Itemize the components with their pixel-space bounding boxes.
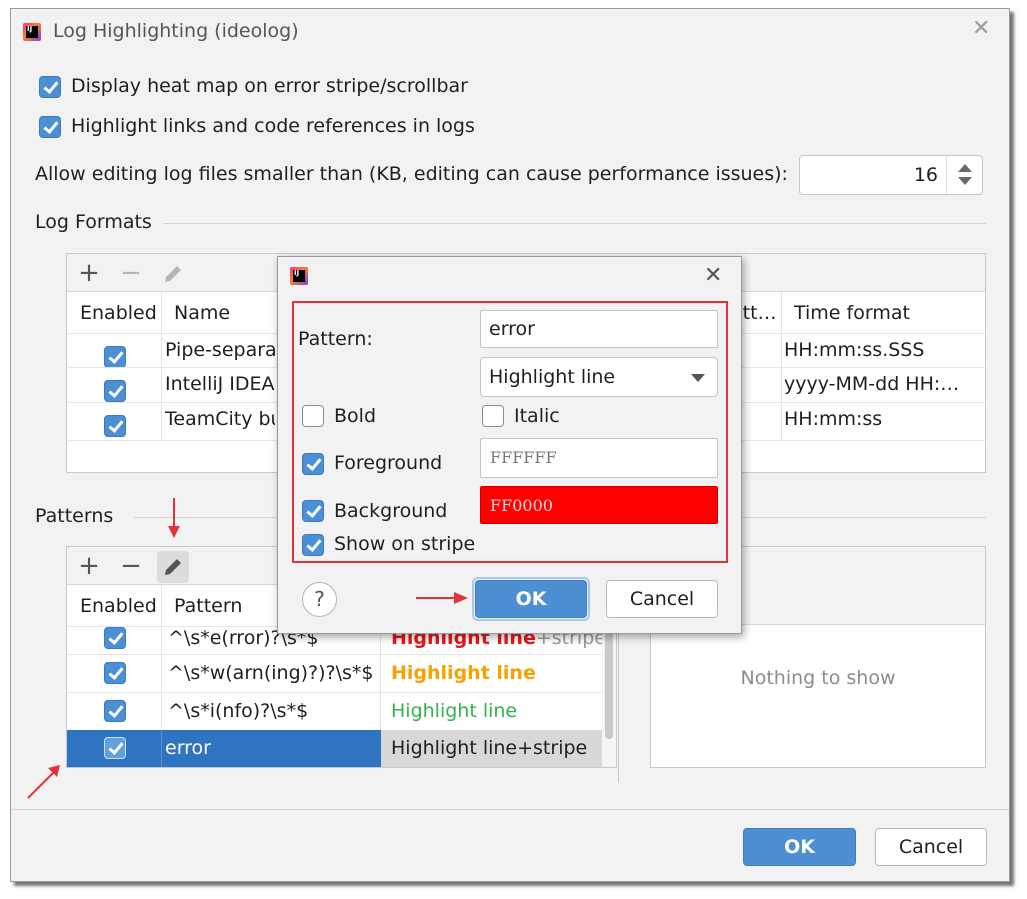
decrement-icon[interactable] — [958, 177, 972, 185]
col-divider — [161, 292, 162, 440]
background-checkbox[interactable] — [302, 500, 324, 522]
background-label: Background — [334, 500, 448, 522]
background-color-field[interactable]: FF0000 — [480, 486, 718, 524]
pattern-row-3-action: Highlight line — [391, 700, 518, 722]
col-pattern[interactable]: Pattern — [174, 595, 242, 617]
popup-cancel-button[interactable]: Cancel — [606, 580, 718, 618]
pattern-row-4-enabled[interactable] — [104, 737, 126, 759]
annotation-arrow-right — [416, 592, 468, 604]
italic-checkbox[interactable] — [482, 405, 504, 427]
col-divider — [161, 730, 162, 767]
help-button[interactable]: ? — [302, 582, 337, 617]
pattern-row-2-enabled[interactable] — [104, 662, 126, 684]
pencil-icon — [165, 559, 181, 575]
format-row-1-time: HH:mm:ss.SSS — [784, 339, 925, 361]
increment-icon[interactable] — [958, 164, 972, 172]
pattern-row-2-action: Highlight line — [391, 662, 536, 684]
pattern-input[interactable]: error — [480, 310, 718, 348]
show-on-stripe-checkbox[interactable] — [302, 534, 324, 556]
pattern-edit-dialog: ✕ Pattern: error Highlight line Bold Ita… — [277, 256, 742, 634]
cancel-button[interactable]: Cancel — [875, 828, 987, 866]
col-enabled[interactable]: Enabled — [80, 595, 157, 617]
footer-separator — [11, 809, 1009, 810]
log-formats-title: Log Formats — [35, 211, 152, 233]
row-divider — [67, 654, 602, 655]
popup-ok-button[interactable]: OK — [475, 580, 587, 618]
pencil-icon — [165, 266, 181, 282]
bold-checkbox[interactable] — [302, 405, 324, 427]
spinner-arrows[interactable] — [946, 156, 982, 194]
annotation-arrow-diagonal — [27, 765, 60, 799]
popup-close-icon[interactable]: ✕ — [704, 263, 722, 288]
annotation-arrow-down — [168, 498, 180, 538]
heat-map-checkbox[interactable] — [39, 76, 61, 98]
empty-text: Nothing to show — [740, 667, 896, 689]
window-title: Log Highlighting (ideolog) — [53, 20, 299, 42]
ok-button[interactable]: OK — [743, 828, 856, 866]
foreground-color-field[interactable]: FFFFFF — [480, 438, 718, 478]
intellij-logo-icon — [290, 267, 308, 285]
col-divider — [781, 292, 782, 440]
format-row-2-time: yyyy-MM-dd HH:… — [784, 373, 960, 395]
highlight-links-label: Highlight links and code references in l… — [71, 115, 475, 137]
format-row-1-name: Pipe-separa — [165, 339, 275, 361]
edit-limit-label: Allow editing log files smaller than (KB… — [35, 163, 788, 185]
pattern-row-4-pattern: error — [165, 737, 211, 759]
pattern-row-1-enabled[interactable] — [104, 627, 126, 649]
pattern-row-4-action-text: Highlight line — [391, 737, 518, 759]
format-row-3-name: TeamCity bu — [165, 408, 275, 430]
action-select-value[interactable]: Highlight line — [489, 366, 615, 388]
edit-pattern-button[interactable] — [157, 551, 189, 583]
row-divider — [67, 692, 602, 693]
bold-label: Bold — [334, 405, 376, 427]
action-select[interactable]: Highlight line — [480, 357, 718, 397]
patterns-title: Patterns — [35, 505, 114, 527]
chevron-down-icon[interactable] — [691, 374, 705, 382]
intellij-logo-icon — [23, 23, 41, 41]
pattern-label: Pattern: — [298, 328, 373, 350]
pattern-row-3-pattern: ^\s*i(nfo)?\s*$ — [168, 700, 309, 722]
highlight-links-checkbox[interactable] — [39, 116, 61, 138]
foreground-checkbox[interactable] — [302, 453, 324, 475]
format-row-3-enabled[interactable] — [104, 415, 126, 437]
format-row-3-time: HH:mm:ss — [784, 408, 883, 430]
scrollbar-thumb[interactable] — [605, 631, 613, 739]
log-formats-separator — [163, 223, 986, 224]
pattern-row-4-action: Highlight line+stripe — [391, 737, 587, 759]
remove-format-button[interactable]: − — [115, 258, 147, 290]
show-on-stripe-label: Show on stripe — [334, 533, 476, 555]
patterns-scrollbar[interactable] — [602, 627, 616, 767]
col-time-format[interactable]: Time format — [794, 302, 910, 324]
col-enabled[interactable]: Enabled — [80, 302, 157, 324]
foreground-label: Foreground — [334, 452, 443, 474]
edit-limit-spinner[interactable]: 16 — [799, 155, 983, 195]
edit-format-button[interactable] — [157, 258, 189, 290]
format-row-2-name: IntelliJ IDEA — [165, 373, 275, 395]
pattern-row-4-action-suffix: +stripe — [517, 737, 588, 759]
heat-map-label: Display heat map on error stripe/scrollb… — [71, 75, 468, 97]
format-row-1-enabled[interactable] — [104, 346, 126, 368]
format-row-2-enabled[interactable] — [104, 380, 126, 402]
splitter[interactable] — [618, 623, 619, 782]
add-pattern-button[interactable]: + — [73, 551, 105, 583]
italic-label: Italic — [514, 405, 560, 427]
remove-pattern-button[interactable]: − — [115, 551, 147, 583]
col-name[interactable]: Name — [174, 302, 230, 324]
pattern-row-3-enabled[interactable] — [104, 700, 126, 722]
pattern-row-2-pattern: ^\s*w(arn(ing)?)?\s*$ — [168, 662, 374, 684]
add-format-button[interactable]: + — [73, 258, 105, 290]
close-icon[interactable]: ✕ — [972, 18, 990, 40]
pattern-input-value[interactable]: error — [489, 318, 535, 340]
edit-limit-value[interactable]: 16 — [914, 164, 938, 186]
